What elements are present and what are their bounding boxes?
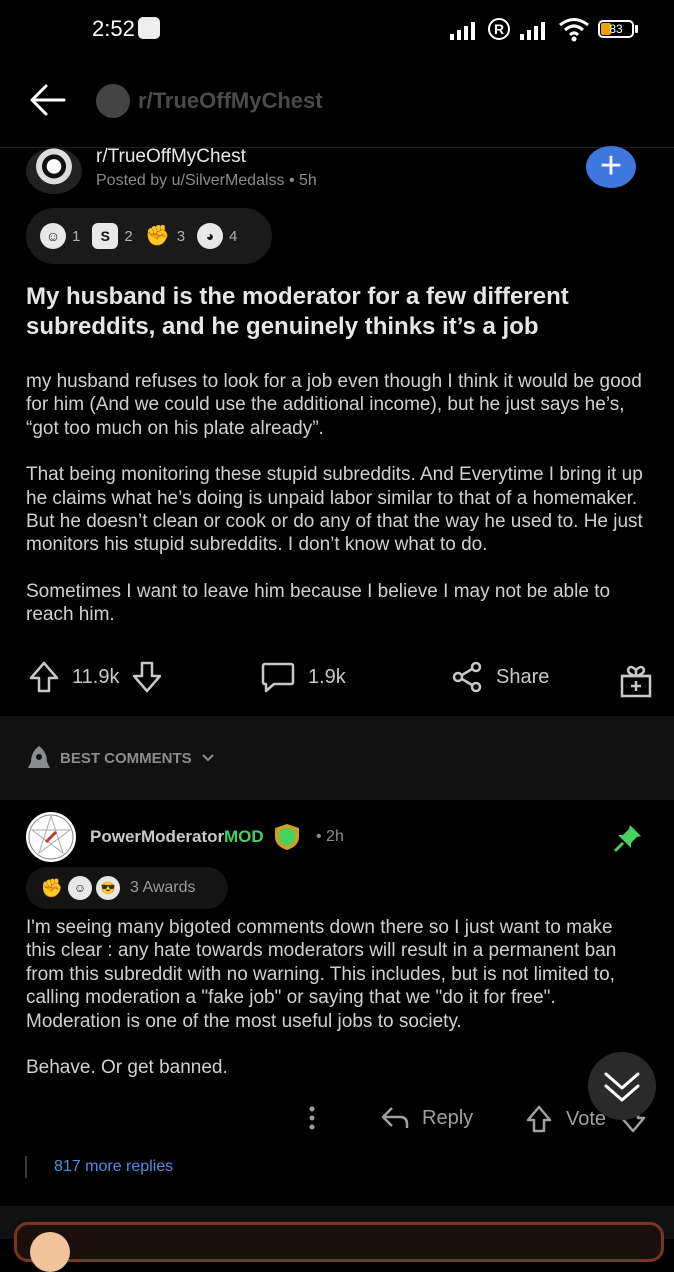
comment-paragraph: I'm seeing many bigoted comments down th…	[26, 917, 617, 1032]
comment-count: 1.9k	[308, 665, 346, 688]
post-subreddit[interactable]: r/TrueOffMyChest	[96, 146, 246, 168]
comment-action-bar: Reply Vote	[0, 1100, 674, 1142]
pin-icon	[613, 825, 641, 853]
comment-icon	[261, 662, 295, 693]
user-avatar	[30, 1232, 70, 1272]
post-paragraph: That being monitoring these stupid subre…	[26, 464, 643, 556]
reply-label: Reply	[422, 1106, 474, 1129]
status-bar: 2:52 R 83	[0, 0, 674, 60]
subreddit-avatar[interactable]	[26, 148, 82, 194]
post-awards[interactable]: ☺ 1 S 2 ✊ 3 ◕ 4	[26, 208, 272, 264]
comment-time: • 2h	[316, 828, 344, 845]
more-options-button[interactable]	[306, 1104, 318, 1132]
comment-username[interactable]: PowerModerator	[90, 827, 224, 847]
share-button[interactable]: Share	[450, 660, 549, 694]
battery-icon: 83	[598, 20, 634, 38]
more-vertical-icon	[309, 1106, 315, 1130]
silver-award-icon: S	[92, 223, 119, 249]
subreddit-avatar-small	[96, 84, 130, 118]
vote-group: 11.9k	[28, 660, 163, 694]
commenter-avatar[interactable]	[26, 812, 76, 862]
more-replies-link[interactable]: 817 more replies	[54, 1158, 173, 1176]
shield-icon	[275, 824, 299, 850]
wifi-icon	[559, 18, 589, 42]
battery-level: 83	[609, 22, 623, 36]
registered-icon: R	[488, 18, 510, 40]
award-item: ◕ 4	[197, 223, 237, 249]
sort-label: BEST COMMENTS	[60, 749, 192, 767]
comment-body: I'm seeing many bigoted comments down th…	[26, 916, 646, 1102]
snoo-award-icon: ☺	[68, 876, 92, 900]
reply-icon	[381, 1107, 409, 1128]
post-action-bar: 11.9k 1.9k Share	[0, 660, 674, 706]
rocket-icon	[28, 746, 50, 768]
award-item: S 2	[92, 223, 133, 249]
wholesome-award-icon: ✊	[40, 878, 64, 898]
clock: 2:52	[92, 16, 135, 41]
double-chevron-down-icon	[604, 1072, 640, 1102]
awards-count: 3 Awards	[130, 879, 196, 896]
mod-badge: MOD	[224, 827, 264, 846]
share-icon	[452, 661, 482, 693]
signal-icon-2	[520, 20, 545, 40]
pentagram-icon	[28, 814, 74, 860]
share-label: Share	[496, 665, 550, 688]
jump-to-next-button[interactable]	[588, 1052, 656, 1120]
notification-icon	[138, 17, 160, 39]
post-meta[interactable]: Posted by u/SilverMedalss • 5h	[96, 172, 317, 190]
wholesome-award-icon: ✊	[145, 225, 171, 247]
gift-award-icon[interactable]	[618, 664, 654, 700]
bottom-input-bar[interactable]	[14, 1222, 664, 1262]
helpful-award-icon: ◕	[197, 223, 224, 249]
downvote-icon[interactable]	[131, 660, 163, 694]
award-item: ☺ 1	[40, 223, 80, 249]
post-paragraph: my husband refuses to look for a job eve…	[26, 371, 642, 439]
comment-awards[interactable]: ✊ ☺ 😎 3 Awards	[26, 867, 228, 909]
upvote-icon[interactable]	[524, 1104, 554, 1134]
join-button[interactable]: +	[586, 146, 636, 188]
sunglasses-award-icon: 😎	[96, 876, 120, 900]
post-body: my husband refuses to look for a job eve…	[26, 370, 650, 650]
award-item: ✊ 3	[145, 225, 186, 247]
signal-icon	[450, 20, 475, 40]
comments-button[interactable]: 1.9k	[260, 660, 346, 694]
chevron-down-icon	[201, 754, 214, 762]
reply-button[interactable]: Reply	[380, 1104, 473, 1132]
upvote-count: 11.9k	[72, 665, 120, 688]
post-title: My husband is the moderator for a few di…	[26, 283, 569, 340]
sort-selector[interactable]: BEST COMMENTS	[26, 744, 216, 772]
thread-line	[25, 1156, 27, 1178]
back-arrow-icon[interactable]	[28, 82, 68, 118]
comment-paragraph: Behave. Or get banned.	[26, 1057, 228, 1079]
nav-subreddit-title[interactable]: r/TrueOffMyChest	[138, 88, 323, 114]
upvote-icon[interactable]	[28, 660, 60, 694]
snoo-award-icon: ☺	[40, 223, 66, 249]
post-paragraph: Sometimes I want to leave him because I …	[26, 580, 611, 626]
